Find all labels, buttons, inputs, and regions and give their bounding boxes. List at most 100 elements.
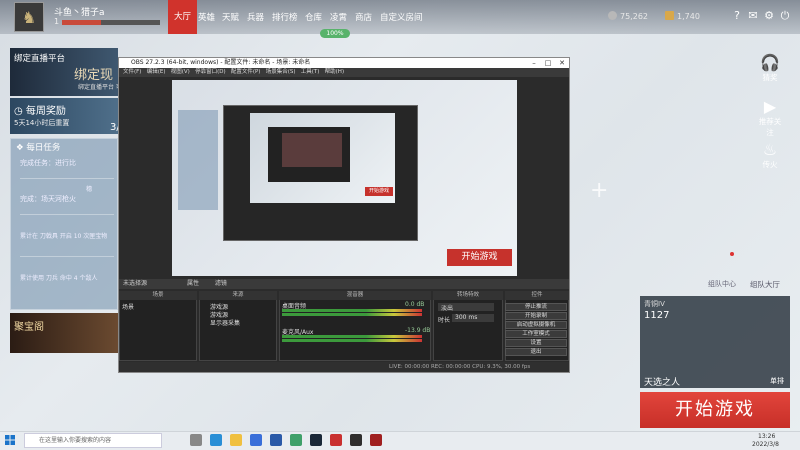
app-icon[interactable] [290, 434, 302, 446]
queue-type[interactable]: 单排 [770, 376, 784, 386]
file-explorer-icon[interactable] [230, 434, 242, 446]
weekly-reset-timer: 5天14小时后重置 [14, 119, 70, 127]
menu-file[interactable]: 文件(F) [123, 69, 141, 75]
properties-button[interactable]: 属性 [187, 280, 199, 287]
mail-icon[interactable]: ✉ [746, 9, 760, 23]
no-source-label: 未选择源 [123, 280, 148, 287]
right-icon-torch[interactable]: ♨ 传火 [756, 141, 784, 170]
menu-help[interactable]: 帮助(H) [325, 69, 344, 75]
task-item: 累计在 刀戟具 开启 10 次匣宝物 [20, 233, 108, 240]
stop-streaming-button[interactable]: 停止推流 [505, 303, 567, 311]
power-icon[interactable]: ⏻ [778, 9, 792, 23]
gem-counter: 1,740 [665, 11, 700, 21]
gold-counter: 75,262 [608, 11, 648, 21]
obs-title-bar: OBS 27.2.3 (64-bit, windows) - 配置文件: 未命名… [119, 58, 569, 68]
task-view-icon[interactable] [190, 434, 202, 446]
obs-icon[interactable] [350, 434, 362, 446]
mixer-dock-title: 混音器 [279, 291, 431, 300]
camera-icon: ▶ [763, 97, 777, 116]
maximize-icon[interactable]: □ [541, 58, 555, 68]
gem-value: 1,740 [677, 12, 700, 21]
filters-button[interactable]: 滤镜 [215, 280, 227, 287]
menu-view[interactable]: 视图(V) [171, 69, 190, 75]
nested-start-button: 开始游戏 [365, 187, 393, 196]
transitions-dock [433, 291, 503, 361]
clock-date[interactable]: 2022/3/8 [752, 441, 779, 448]
nav-lingxiao[interactable]: 凌霄 [326, 8, 351, 28]
mixer-track-db: -13.9 dB [405, 327, 431, 334]
duration-label: 时长 [438, 317, 451, 324]
duration-input[interactable]: 300 ms [452, 314, 494, 322]
nav-lobby[interactable]: 大厅 [168, 0, 198, 34]
transitions-dock-title: 转场特效 [433, 291, 503, 300]
volume-meter [282, 339, 422, 342]
close-icon[interactable]: ✕ [555, 58, 569, 68]
divider [20, 214, 114, 215]
menu-docks[interactable]: 停靠窗口(D) [195, 69, 226, 75]
weekly-reward-title: ◷ 每周奖励 [14, 106, 66, 117]
right-icon-recommend[interactable]: ▶ 推荐关注 [756, 98, 784, 138]
divider [20, 178, 114, 179]
sources-dock-title: 来源 [199, 291, 277, 300]
game-mode[interactable]: 天选之人 [644, 375, 680, 388]
headset-icon: 🎧 [760, 53, 780, 72]
gem-icon [665, 11, 674, 20]
studio-mode-button[interactable]: 工作室模式 [505, 330, 567, 338]
task-item: 累计使用 刀兵 命中 4 个敌人 [20, 275, 98, 282]
windows-start-icon[interactable] [5, 435, 15, 445]
preview-start-button: 开始游戏 [447, 249, 512, 266]
gold-coin-icon [608, 11, 617, 20]
team-hall-link[interactable]: 组队大厅 [750, 279, 780, 290]
nav-heroes[interactable]: 英雄 [194, 8, 219, 28]
volume-meter [282, 309, 422, 312]
clock-icon: ◷ [14, 106, 26, 117]
nav-custom-room[interactable]: 自定义房间 [376, 8, 427, 28]
xp-bar [62, 20, 160, 25]
avatar[interactable]: ♞ [14, 2, 44, 32]
preview-left-panel [178, 110, 218, 210]
bind-platform-banner-text: 绑定现 [74, 68, 114, 83]
red-dot [730, 252, 734, 256]
virtual-camera-button[interactable]: 启动虚拟摄像机 [505, 321, 567, 329]
flame-icon: ♨ [762, 140, 778, 159]
exit-button[interactable]: 退出 [505, 348, 567, 356]
start-game-button[interactable]: 开始游戏 [640, 392, 790, 428]
start-recording-button[interactable]: 开始录制 [505, 312, 567, 320]
mixer-track-db: 0.0 dB [405, 301, 425, 308]
store-icon[interactable] [250, 434, 262, 446]
nav-shop[interactable]: 商店 [351, 8, 376, 28]
menu-profile[interactable]: 配置文件(P) [231, 69, 261, 75]
nav-leaderboard[interactable]: 排行榜 [268, 8, 302, 28]
right-icon-guess[interactable]: 🎧 猜奖 [756, 54, 784, 83]
steam-icon[interactable] [310, 434, 322, 446]
edge-icon[interactable] [210, 434, 222, 446]
nav-talents[interactable]: 天赋 [218, 8, 243, 28]
task-item: 完成：场天河枪火 [20, 195, 76, 203]
help-icon[interactable]: ? [730, 9, 744, 23]
obs-menu-bar: 文件(F) 编辑(E) 视图(V) 停靠窗口(D) 配置文件(P) 场景集合(S… [119, 68, 569, 77]
controls-dock-title: 控件 [505, 291, 569, 300]
taskbar-search-input[interactable]: 在这里输入你要搜索的内容 [24, 433, 162, 448]
rank-name: 青铜IV [644, 300, 665, 308]
nested-preview-2 [282, 133, 342, 167]
crosshair-icon: + [590, 178, 609, 203]
menu-scene-collection[interactable]: 场景集合(S) [266, 69, 296, 75]
app-icon[interactable] [330, 434, 342, 446]
settings-icon[interactable]: ⚙ [762, 9, 776, 23]
source-item[interactable]: 显示器采集 [210, 318, 240, 327]
settings-button[interactable]: 设置 [505, 339, 567, 347]
scene-item[interactable]: 场景 [122, 302, 134, 311]
player-level: 1 [54, 17, 60, 26]
nav-weapons[interactable]: 兵器 [243, 8, 268, 28]
menu-tools[interactable]: 工具(T) [301, 69, 320, 75]
obs-status-bar: LIVE: 00:00:00 REC: 00:00:00 CPU: 9.3%, … [119, 362, 569, 372]
bind-platform-title: 绑定直播平台 [14, 54, 66, 64]
nav-warehouse[interactable]: 仓库 [301, 8, 326, 28]
game-icon[interactable] [370, 434, 382, 446]
transition-select[interactable]: 淡出 [438, 303, 494, 312]
mail-app-icon[interactable] [270, 434, 282, 446]
minimize-icon[interactable]: – [527, 58, 541, 68]
team-center-link[interactable]: 组队中心 [708, 279, 736, 289]
clock-time[interactable]: 13:26 [758, 433, 775, 440]
menu-edit[interactable]: 编辑(E) [147, 69, 166, 75]
